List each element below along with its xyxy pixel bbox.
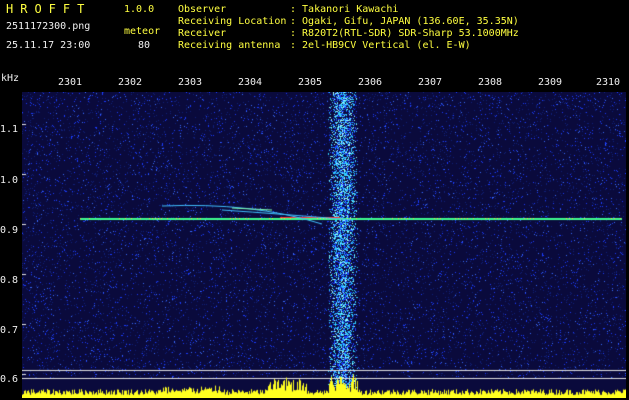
spectrogram-canvas bbox=[22, 92, 626, 398]
app-version: 1.0.0 bbox=[124, 4, 155, 15]
x-tick-label: 2304 bbox=[238, 77, 263, 88]
info-value-receiver: : R820T2(RTL-SDR) SDR-Sharp 53.1000MHz bbox=[290, 28, 519, 39]
x-tick-label: 2307 bbox=[418, 77, 443, 88]
info-key-observer: Observer bbox=[178, 4, 227, 15]
x-tick-label: 2308 bbox=[478, 77, 503, 88]
header-panel: HROFFT 1.0.0 2511172300.png meteor 25.11… bbox=[0, 0, 629, 57]
app-logo: HROFFT bbox=[6, 2, 92, 16]
info-value-location: : Ogaki, Gifu, JAPAN (136.60E, 35.35N) bbox=[290, 16, 519, 27]
x-tick-label: 2310 bbox=[596, 77, 621, 88]
y-tick-label: 1.1 bbox=[0, 124, 19, 135]
y-tick-label: 1.0 bbox=[0, 175, 19, 186]
x-tick-label: 2305 bbox=[298, 77, 323, 88]
date-time: 25.11.17 23:00 bbox=[6, 40, 91, 51]
x-tick-label: 2309 bbox=[538, 77, 563, 88]
x-tick-label: 2301 bbox=[58, 77, 83, 88]
meteor-count-label: meteor bbox=[124, 26, 161, 37]
info-value-observer: : Takanori Kawachi bbox=[290, 4, 399, 15]
info-value-antenna: : 2el-HB9CV Vertical (el. E-W) bbox=[290, 40, 471, 51]
y-tick-label: 0.7 bbox=[0, 325, 19, 336]
x-tick-label: 2306 bbox=[358, 77, 383, 88]
meteor-count-value: 80 bbox=[138, 40, 151, 51]
y-tick-label: 0.8 bbox=[0, 275, 19, 286]
file-name: 2511172300.png bbox=[6, 21, 91, 32]
x-axis: 2301 2302 2303 2304 2305 2306 2307 2308 … bbox=[0, 77, 629, 93]
info-key-location: Receiving Location bbox=[178, 16, 287, 27]
y-tick-label: 0.9 bbox=[0, 225, 19, 236]
x-tick-label: 2302 bbox=[118, 77, 143, 88]
info-key-antenna: Receiving antenna bbox=[178, 40, 281, 51]
y-tick-label: 0.6 bbox=[0, 374, 19, 385]
info-key-receiver: Receiver bbox=[178, 28, 227, 39]
x-tick-label: 2303 bbox=[178, 77, 203, 88]
